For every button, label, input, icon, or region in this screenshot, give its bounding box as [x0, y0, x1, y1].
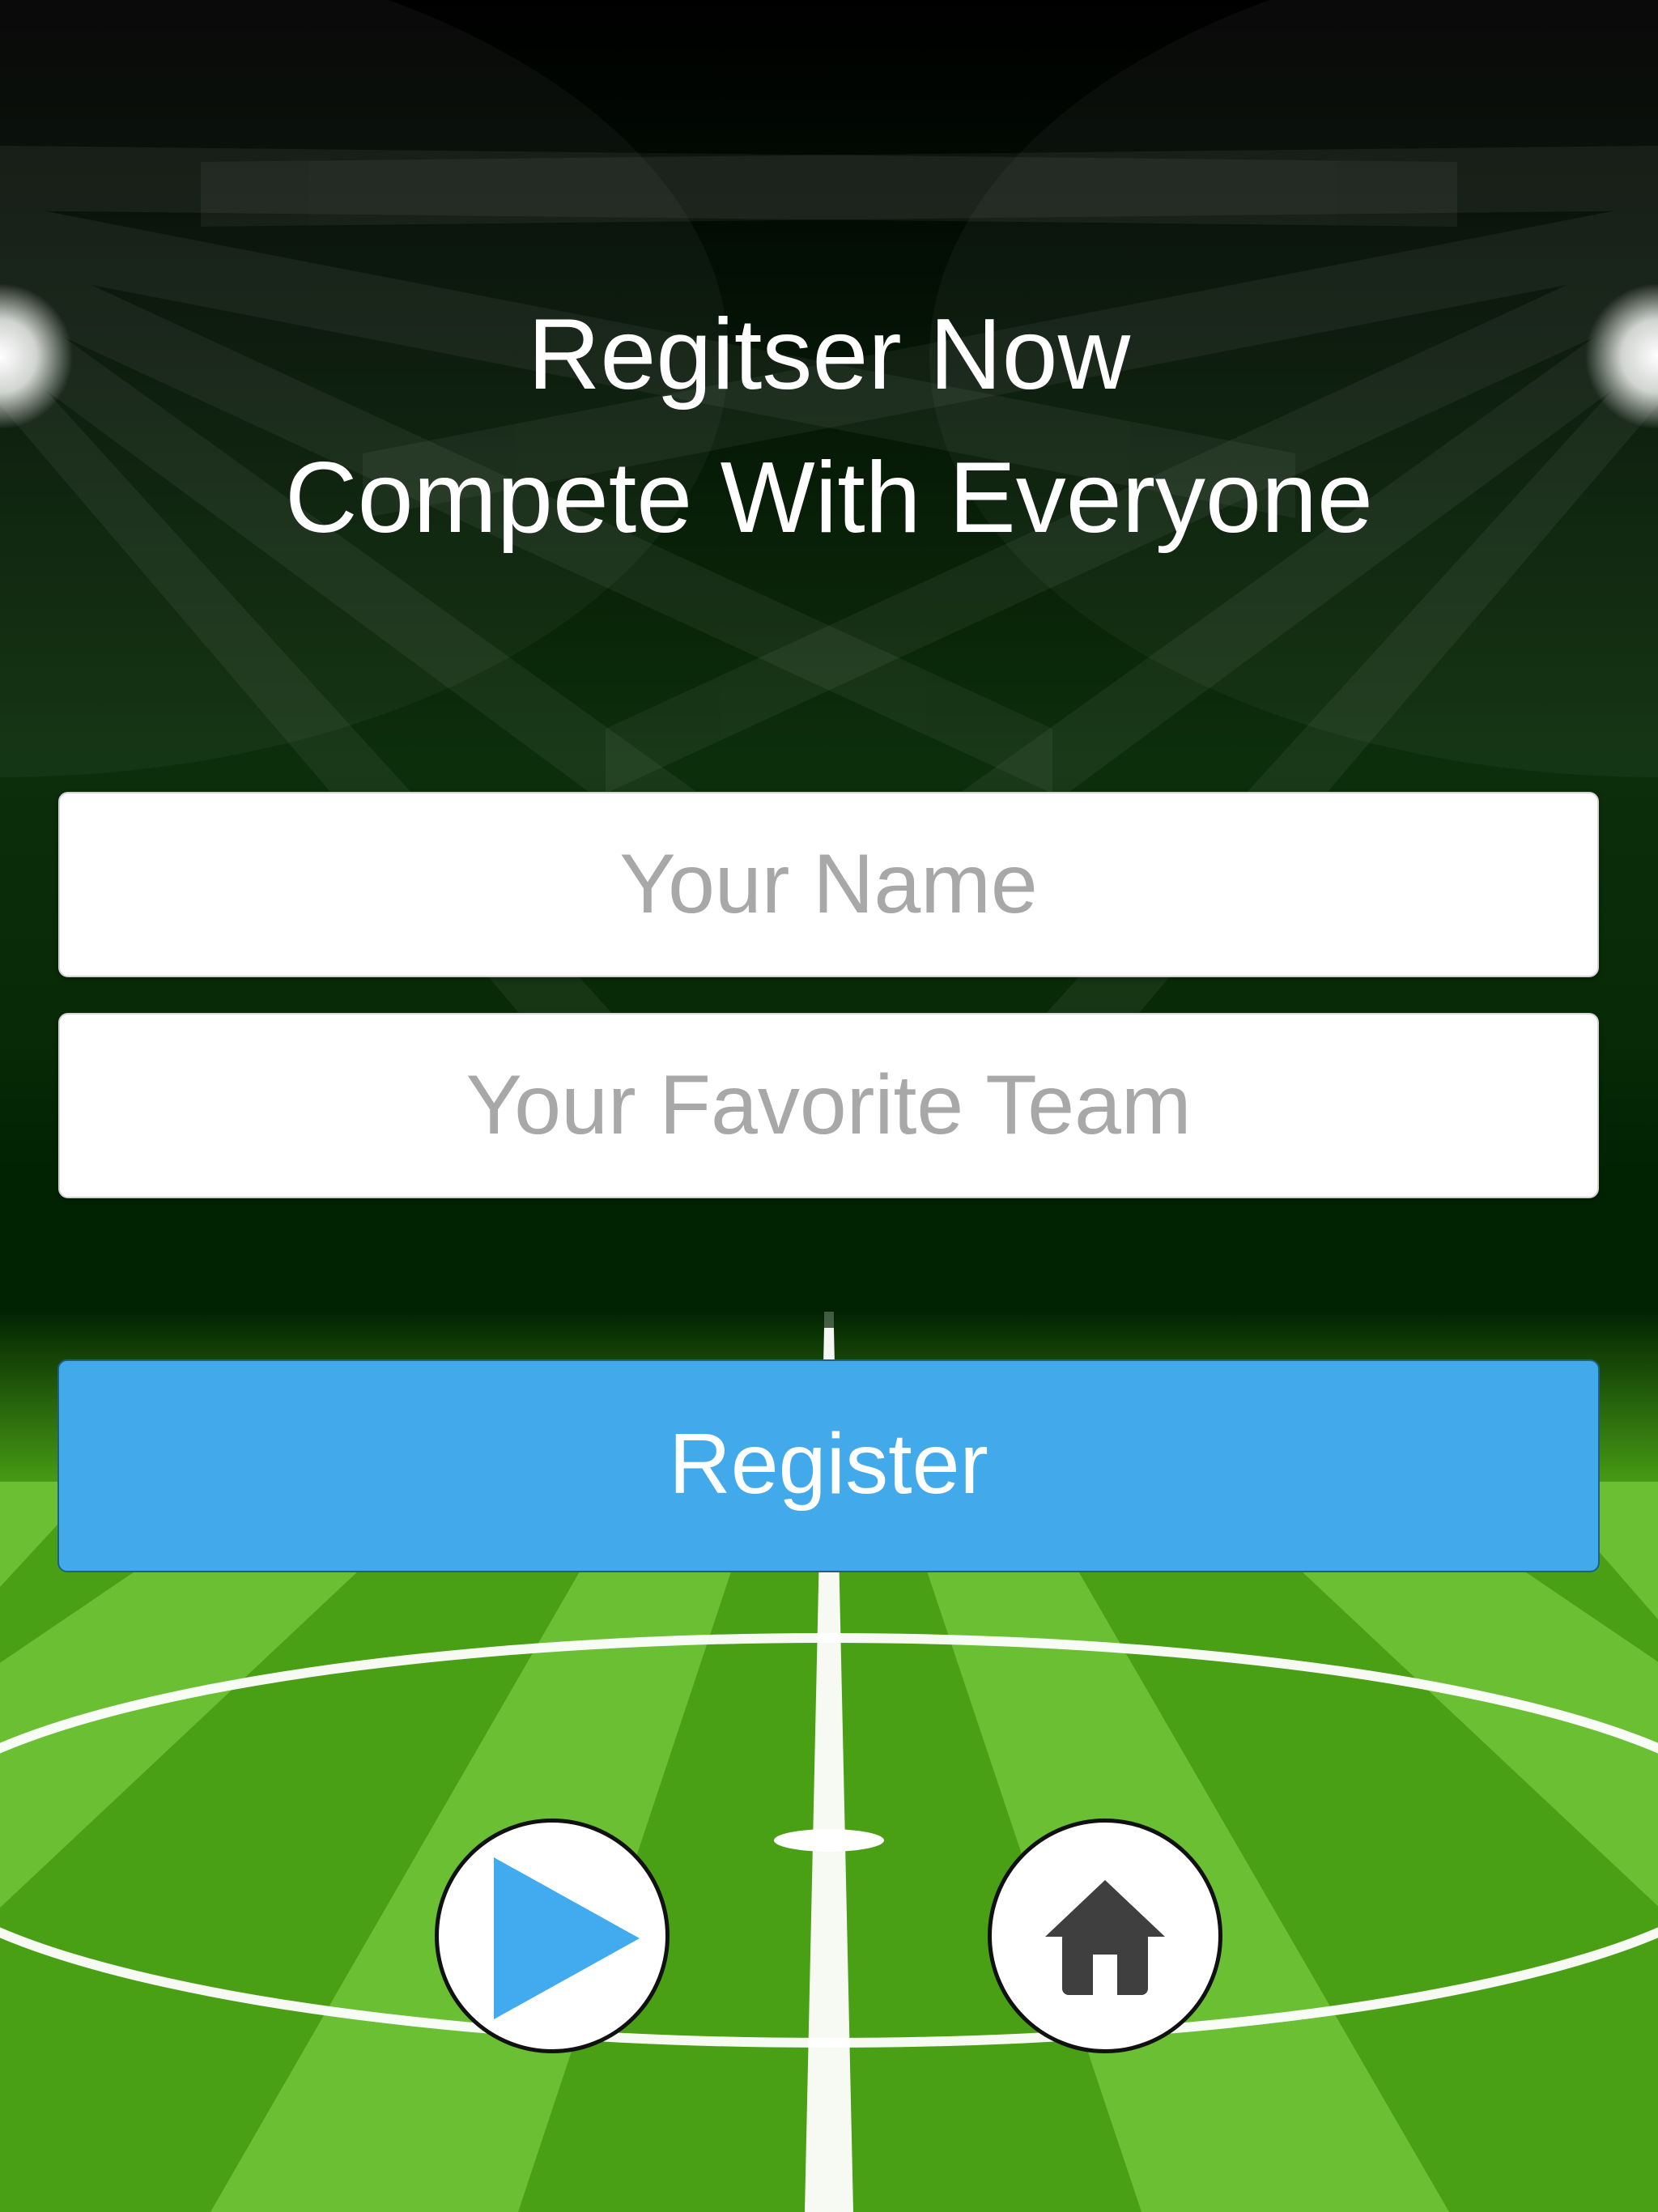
home-icon [1045, 1880, 1165, 1997]
name-input[interactable] [60, 793, 1597, 976]
play-button[interactable] [435, 1819, 670, 2053]
play-icon [494, 1857, 640, 2019]
name-field-container [58, 792, 1599, 977]
register-screen: Regitser Now Compete With Everyone Regis… [0, 0, 1658, 2212]
team-field-container [58, 1013, 1599, 1198]
register-button[interactable]: Register [57, 1359, 1600, 1572]
favorite-team-input[interactable] [60, 1015, 1597, 1197]
home-button[interactable] [988, 1819, 1222, 2053]
heading-compete: Compete With Everyone [285, 442, 1373, 554]
heading-register-now: Regitser Now [527, 299, 1131, 410]
